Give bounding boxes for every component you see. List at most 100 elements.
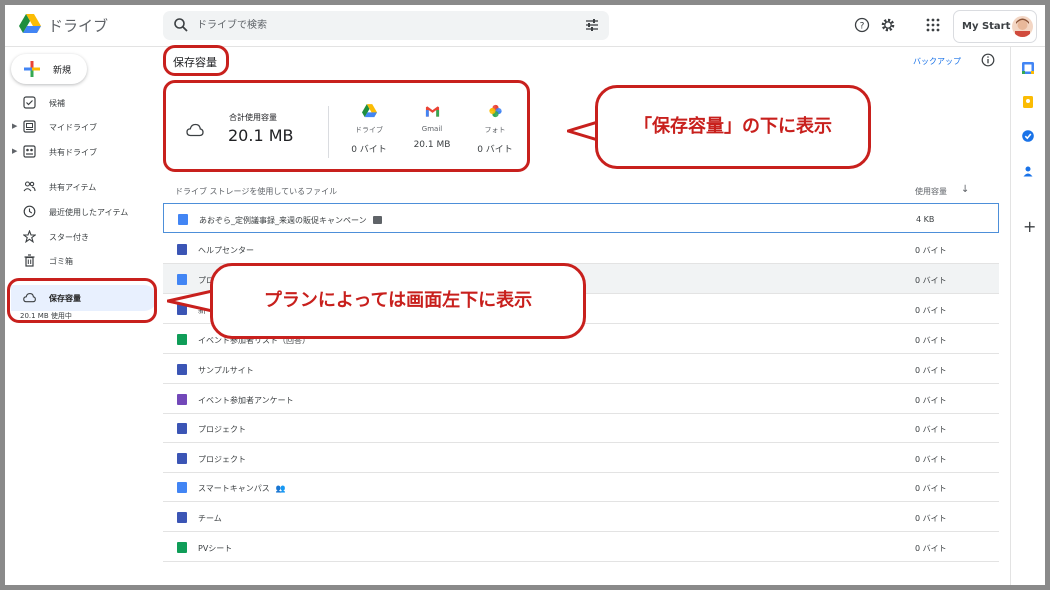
people-icon	[23, 181, 36, 192]
file-name: あおぞら_定例議事録_来週の販促キャンペーン	[199, 215, 382, 226]
plus-icon	[24, 61, 40, 77]
callout-bottom: プランによっては画面左下に表示	[210, 263, 586, 339]
search-bar[interactable]	[163, 11, 609, 40]
user-avatar[interactable]	[1012, 16, 1033, 37]
shared-drive-icon	[23, 145, 36, 158]
service-value: 0 バイト	[477, 145, 513, 155]
service-gmail: Gmail 20.1 MB	[402, 104, 462, 150]
table-row[interactable]: サンプルサイト 0 バイト	[163, 354, 999, 384]
sidebar-item-label: 候補	[49, 99, 65, 108]
sidebar-item-trash[interactable]: ゴミ箱	[5, 250, 157, 272]
callout-top: 「保存容量」の下に表示	[595, 85, 871, 169]
sidebar-item-shared-with-me[interactable]: 共有アイテム	[5, 176, 157, 198]
file-size: 0 バイト	[915, 514, 947, 523]
sort-arrow-down-icon[interactable]: ↓	[961, 184, 969, 195]
table-row[interactable]: イベント参加者アンケート 0 バイト	[163, 384, 999, 414]
shared-people-icon: 👥	[275, 484, 286, 493]
expand-arrow-icon[interactable]: ▶	[12, 122, 17, 130]
table-row[interactable]: スマートキャンパス 👥 0 バイト	[163, 472, 999, 502]
callout-top-text: 「保存容量」の下に表示	[634, 116, 832, 137]
file-size: 0 バイト	[915, 336, 947, 345]
table-row[interactable]: あおぞら_定例議事録_来週の販促キャンペーン 4 KB	[163, 203, 999, 233]
file-size: 4 KB	[916, 215, 935, 224]
info-icon[interactable]	[981, 53, 995, 67]
account-switcher[interactable]: My Start	[953, 10, 1037, 43]
file-name: イベント参加者アンケート	[198, 396, 294, 405]
page-title-highlight	[163, 45, 229, 76]
list-header-path: ドライブ ストレージを使用しているファイル	[175, 187, 338, 196]
search-options-icon[interactable]	[585, 18, 599, 32]
service-name: フォト	[484, 126, 506, 134]
google-drive-logo-icon[interactable]	[19, 14, 41, 34]
site-file-icon	[177, 244, 187, 255]
calendar-icon[interactable]	[1021, 61, 1035, 75]
file-name: チーム	[198, 514, 222, 523]
expand-arrow-icon[interactable]: ▶	[12, 147, 17, 155]
app-title: ドライブ	[48, 17, 109, 35]
service-name: Gmail	[421, 125, 443, 133]
sidebar-item-recent[interactable]: 最近使用したアイテム	[5, 201, 157, 223]
file-name: プロジェクト	[198, 425, 246, 434]
my-drive-icon	[23, 120, 36, 133]
sidebar-item-starred[interactable]: スター付き	[5, 226, 157, 248]
table-row[interactable]: プロジェクト 0 バイト	[163, 443, 999, 473]
service-photos: フォト 0 バイト	[465, 104, 525, 155]
sidebar-item-shared-drives[interactable]: ▶ 共有ドライブ	[5, 141, 157, 163]
cloud-icon	[186, 123, 204, 137]
new-button[interactable]: 新規	[11, 54, 87, 84]
service-value: 0 バイト	[351, 145, 387, 155]
settings-gear-icon[interactable]	[880, 17, 896, 33]
file-size: 0 バイト	[915, 484, 947, 493]
sidebar-item-label: 共有アイテム	[49, 183, 97, 192]
sidebar-item-label: 共有ドライブ	[49, 148, 97, 157]
file-size: 0 バイト	[915, 276, 947, 285]
site-file-icon	[177, 512, 187, 523]
contacts-icon[interactable]	[1021, 164, 1035, 178]
file-name: ヘルプセンター	[198, 246, 254, 255]
apps-grid-icon[interactable]	[925, 17, 941, 33]
sidebar-item-label: 最近使用したアイテム	[49, 208, 129, 217]
top-bar: ドライブ ?	[5, 5, 1045, 47]
service-value: 20.1 MB	[413, 140, 451, 150]
file-name: プロジェクト	[198, 455, 246, 464]
table-row[interactable]: プロジェクト 0 バイト	[163, 413, 999, 443]
help-icon[interactable]: ?	[854, 17, 870, 33]
sidebar-item-my-drive[interactable]: ▶ マイドライブ	[5, 116, 157, 138]
sheet-file-icon	[177, 334, 187, 345]
total-usage-value: 20.1 MB	[228, 126, 294, 145]
sidebar-item-label: ゴミ箱	[49, 257, 73, 266]
google-drive-icon	[361, 104, 377, 118]
tasks-icon[interactable]	[1021, 129, 1035, 143]
side-panel-rail: +	[1010, 47, 1045, 585]
site-file-icon	[177, 423, 187, 434]
backup-link[interactable]: バックアップ	[913, 56, 961, 67]
new-button-label: 新規	[53, 66, 72, 76]
keep-icon[interactable]	[1021, 95, 1035, 109]
file-size: 0 バイト	[915, 306, 947, 315]
table-row[interactable]: チーム 0 バイト	[163, 502, 999, 532]
doc-file-icon	[177, 274, 187, 285]
sidebar-storage-highlight	[7, 278, 157, 323]
check-box-icon	[23, 96, 36, 109]
site-file-icon	[177, 453, 187, 464]
file-size: 0 バイト	[915, 246, 947, 255]
svg-text:?: ?	[860, 22, 865, 32]
file-name: サンプルサイト	[198, 366, 254, 375]
callout-bottom-text: プランによっては画面左下に表示	[263, 290, 533, 311]
star-icon	[23, 230, 36, 243]
add-addon-plus-icon[interactable]: +	[1023, 217, 1036, 236]
sidebar-item-label: マイドライブ	[49, 123, 97, 132]
search-input[interactable]	[197, 16, 567, 35]
doc-file-icon	[178, 214, 188, 225]
table-row[interactable]: ヘルプセンター 0 バイト	[163, 234, 999, 264]
clock-icon	[23, 205, 36, 218]
list-header-size[interactable]: 使用容量	[915, 186, 947, 197]
app-window: ドライブ ?	[5, 5, 1045, 585]
sheet-file-icon	[177, 542, 187, 553]
file-name: PVシート	[198, 544, 233, 553]
doc-file-icon	[177, 482, 187, 493]
table-row[interactable]: PVシート 0 バイト	[163, 532, 999, 562]
file-size: 0 バイト	[915, 366, 947, 375]
sidebar-item-suggestions[interactable]: 候補	[5, 92, 157, 114]
search-icon[interactable]	[173, 17, 189, 33]
